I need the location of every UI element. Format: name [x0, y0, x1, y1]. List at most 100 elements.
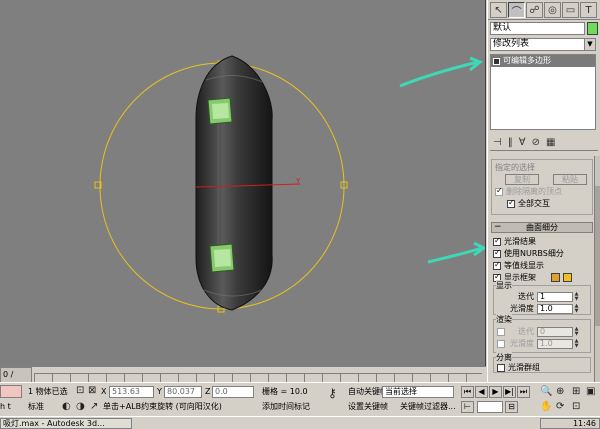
paste-button[interactable]: 粘贴: [553, 174, 587, 185]
render-icon[interactable]: ◑: [76, 401, 85, 413]
key-mode-icon[interactable]: ⊢: [461, 401, 474, 413]
zoom-extents-all-icon[interactable]: ▣: [586, 386, 595, 398]
object-color-swatch[interactable]: [587, 22, 598, 35]
iterations-spinner[interactable]: 1 ▲ ▼: [537, 291, 578, 302]
z-coordinate-field[interactable]: 0.0: [212, 386, 254, 398]
x-coordinate-field[interactable]: 513.63: [109, 386, 154, 398]
stack-item-editable-poly[interactable]: 可编辑多边形: [491, 55, 595, 67]
spinner-arrows-icon[interactable]: ▲ ▼: [573, 326, 580, 337]
windows-taskbar: 吸灯.max - Autodesk 3d... 11:46: [0, 416, 600, 429]
iterations-row: 迭代 1 ▲ ▼: [497, 291, 587, 302]
scrollbar-thumb[interactable]: [595, 186, 600, 326]
smoothing-groups-label: 光滑群组: [508, 363, 540, 372]
command-panel-scrollbar[interactable]: [594, 156, 600, 382]
go-to-start-icon[interactable]: ⏮: [461, 386, 474, 398]
smoothness-spinner[interactable]: 1.0 ▲ ▼: [537, 303, 578, 314]
named-selection-title: 指定的选择: [495, 163, 535, 172]
modifier-stack[interactable]: 可编辑多边形: [490, 54, 596, 130]
arc-rotate-icon[interactable]: ⟳: [556, 401, 564, 413]
spinner-arrows-icon[interactable]: ▲ ▼: [573, 291, 580, 302]
z-label: Z: [205, 387, 211, 396]
perspective-viewport[interactable]: Y: [0, 0, 486, 376]
grid-text: 栅格 = 10.0: [262, 387, 308, 396]
use-nurms-label: 使用NURBS细分: [504, 249, 564, 258]
use-nurms-checkbox[interactable]: [493, 248, 501, 258]
play-icon[interactable]: ▶: [489, 386, 502, 398]
make-unique-icon[interactable]: ∀: [519, 137, 526, 148]
delete-isolated-checkbox[interactable]: [495, 186, 503, 196]
spinner-arrows-icon[interactable]: ▲ ▼: [573, 303, 580, 314]
full-interactivity-checkbox[interactable]: [507, 198, 515, 208]
lock-selection-icon[interactable]: ⊡: [76, 385, 84, 397]
key-filters-button[interactable]: 关键帧过滤器...: [400, 401, 456, 413]
status-bar-bottom: h t 标准 ◐ ◑ ↗ 单击+ALB约束旋转 (可向阳汉化) 添加时间标记 设…: [0, 400, 600, 416]
y-coordinate-field[interactable]: 80.037: [164, 386, 202, 398]
smooth-result-checkbox[interactable]: [493, 236, 501, 246]
command-panel-tabs: ↖ ⌒ ☍ ◎ ▭ T: [488, 0, 600, 20]
stack-item-label: 可编辑多边形: [503, 56, 551, 65]
render-iterations-checkbox[interactable]: [497, 327, 505, 336]
remove-modifier-icon[interactable]: ⊘: [532, 137, 540, 148]
add-time-tag-button[interactable]: 添加时间标记: [262, 401, 310, 413]
time-slider[interactable]: 0 / 100: [0, 367, 32, 393]
current-frame-field[interactable]: [477, 401, 503, 413]
zoom-extents-icon[interactable]: ⊞: [572, 386, 580, 398]
zoom-all-icon[interactable]: ⊕: [556, 386, 564, 398]
status-bar-top: 1 物体已选 ⊡ ⊠ X 513.63 Y 80.037 Z 0.0 栅格 = …: [0, 382, 600, 400]
standard-label: 标准: [28, 402, 44, 411]
collapse-minus-icon: −: [494, 222, 502, 232]
x-label: X: [101, 387, 107, 396]
pointer-icon[interactable]: ↖: [490, 2, 507, 18]
time-trackbar[interactable]: 0 / 100: [0, 366, 486, 393]
isoline-checkbox[interactable]: [493, 260, 501, 270]
smoothness-row: 光滑度 1.0 ▲ ▼: [497, 303, 587, 314]
hierarchy-icon[interactable]: ☍: [526, 2, 543, 18]
display-icon[interactable]: ▭: [562, 2, 579, 18]
render-group-label: 渲染: [496, 314, 512, 325]
prev-frame-icon[interactable]: ◀: [475, 386, 488, 398]
render-smoothness-spinner[interactable]: 1.0 ▲ ▼: [537, 338, 578, 349]
pan-icon[interactable]: ✋: [540, 401, 552, 413]
object-name-field[interactable]: 默认: [490, 22, 585, 35]
key-icon[interactable]: ⚷: [328, 387, 337, 399]
show-end-result-icon[interactable]: ‖: [508, 137, 513, 148]
next-frame-icon[interactable]: ▶|: [503, 386, 516, 398]
min-max-toggle-icon[interactable]: ⊡: [572, 401, 580, 413]
render-smoothness-checkbox[interactable]: [497, 339, 505, 348]
copy-button[interactable]: 复制: [505, 174, 539, 185]
subdivision-rollout-header[interactable]: − 曲面细分: [491, 222, 593, 233]
go-to-end-icon[interactable]: ⏭: [517, 386, 530, 398]
maxscript-listener-box[interactable]: [0, 385, 22, 398]
motion-icon[interactable]: ◎: [544, 2, 561, 18]
time-config-icon[interactable]: ⊟: [505, 401, 518, 413]
pin-stack-icon[interactable]: ⊣: [493, 137, 502, 148]
zoom-icon[interactable]: 🔍: [540, 386, 552, 398]
modify-bend-icon[interactable]: ⌒: [508, 2, 525, 18]
modifier-list-dropdown[interactable]: 修改列表 ▼: [490, 38, 596, 51]
configure-sets-icon[interactable]: ▦: [546, 137, 555, 148]
absolute-mode-icon[interactable]: ⊠: [88, 385, 96, 397]
use-nurms-row: 使用NURBS细分: [493, 248, 591, 259]
selection-set-dropdown[interactable]: 当前选择: [382, 386, 454, 398]
chevron-down-icon: ▼: [584, 39, 595, 50]
3dsmax-window: Y ↖ ⌒ ☍ ◎ ▭ T 默认 修改列表 ▼ 可编辑多边形 ⊣ ‖ ∀ ⊘ ▦…: [0, 0, 600, 429]
smoothing-groups-checkbox[interactable]: [497, 363, 505, 372]
smoothness-value: 1.0: [540, 303, 553, 313]
cage-color-swatch-2[interactable]: [563, 273, 572, 282]
spinner-arrows-icon[interactable]: ▲ ▼: [573, 338, 580, 349]
render-iterations-value: 0: [540, 326, 546, 336]
cage-color-swatch-1[interactable]: [551, 273, 560, 282]
utilities-hammer-icon[interactable]: T: [580, 2, 597, 18]
taskbar-app-button[interactable]: 吸灯.max - Autodesk 3d...: [0, 418, 132, 429]
pointer-small-icon[interactable]: ↗: [90, 401, 98, 413]
set-key-button[interactable]: 设置关键帧: [348, 401, 388, 413]
moon-icon[interactable]: ◐: [62, 401, 71, 413]
separate-group: 分离 光滑群组: [493, 352, 591, 373]
render-iterations-spinner[interactable]: 0 ▲ ▼: [537, 326, 578, 337]
render-iterations-row: 迭代 0 ▲ ▼: [497, 326, 587, 337]
smooth-result-label: 光滑结果: [504, 237, 536, 246]
named-selection-group: 指定的选择 复制 粘贴 删除隔离的顶点 全部交互: [491, 159, 593, 215]
expand-box-icon[interactable]: [493, 57, 500, 65]
render-smoothness-label: 光滑度: [510, 339, 534, 348]
isoline-row: 等值线显示: [493, 260, 591, 271]
